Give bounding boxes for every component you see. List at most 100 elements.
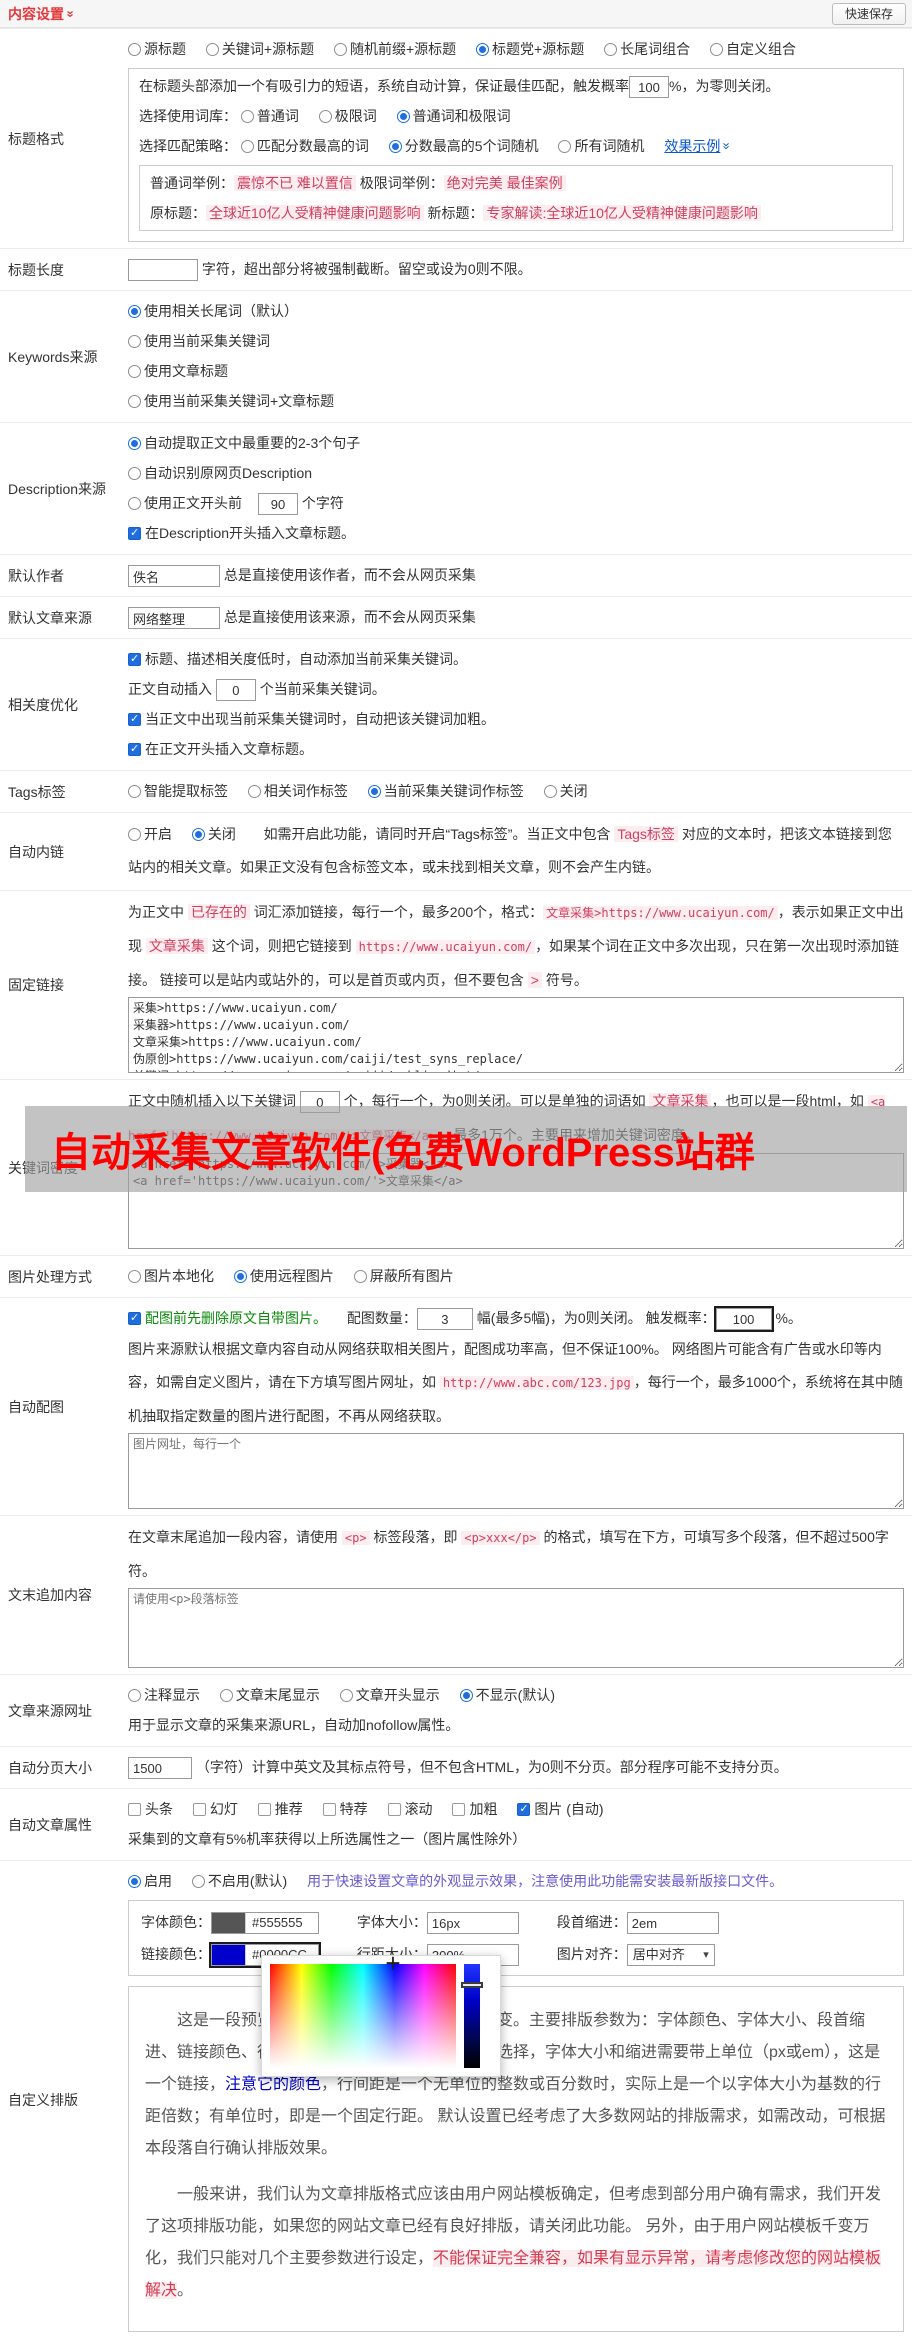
image-align-label: 图片对齐： bbox=[556, 1946, 627, 1962]
append-content-textarea[interactable] bbox=[128, 1588, 904, 1668]
row-label: 固定链接 bbox=[8, 977, 64, 993]
radio-block-images[interactable]: 屏蔽所有图片 bbox=[353, 1268, 454, 1284]
hue-slider-handle[interactable] bbox=[461, 1982, 483, 1988]
checkbox-bold-keywords[interactable]: ✓ 当正文中出现当前采集关键词时，自动把该关键词加粗。 bbox=[128, 711, 495, 727]
check-icon: ✓ bbox=[130, 1312, 140, 1324]
radio-show-end[interactable]: 文章末尾显示 bbox=[219, 1687, 320, 1703]
checkbox-add-keywords-low-relevance[interactable]: ✓ 标题、描述相关度低时，自动添加当前采集关键词。 bbox=[128, 651, 467, 667]
insert-keywords-count-input[interactable] bbox=[215, 679, 256, 702]
title-length-input[interactable] bbox=[128, 259, 198, 282]
radio-hide-default[interactable]: 不显示(默认) bbox=[459, 1687, 555, 1703]
radio-all-random[interactable]: 所有词随机 bbox=[558, 138, 644, 154]
radio-keywords-plus-title[interactable]: 使用当前采集关键词+文章标题 bbox=[128, 393, 334, 409]
radio-clickbait-title[interactable]: 标题党+源标题 bbox=[476, 41, 584, 57]
preview-link[interactable]: 注意它的颜色 bbox=[225, 2076, 321, 2093]
checkbox-icon bbox=[257, 1803, 271, 1816]
effect-example-link[interactable]: 效果示例» bbox=[664, 138, 735, 154]
clickbait-settings-box: 在标题头部添加一个有吸引力的短语，系统自动计算，保证最佳匹配，触发概率 %，为零则… bbox=[128, 68, 904, 242]
quick-save-button[interactable]: 快速保存 bbox=[831, 3, 906, 25]
checkbox-attr-image-auto[interactable]: ✓ 图片 (自动) bbox=[517, 1801, 604, 1817]
row-label: 标题格式 bbox=[8, 130, 64, 147]
radio-icon bbox=[459, 1689, 473, 1702]
radio-icon bbox=[353, 1270, 367, 1283]
radio-icon bbox=[191, 828, 205, 841]
color-picker-hue-slider[interactable] bbox=[461, 1964, 483, 2068]
radio-show-start[interactable]: 文章开头显示 bbox=[339, 1687, 440, 1703]
radio-longtail-combo[interactable]: 长尾词组合 bbox=[604, 41, 690, 57]
radio-icon bbox=[205, 43, 219, 56]
row-image-handling: 图片处理方式 图片本地化 使用远程图片 屏蔽所有图片 bbox=[0, 1255, 912, 1297]
checkbox-attr-bold[interactable]: 加粗 bbox=[452, 1801, 497, 1817]
checkbox-attr-slideshow[interactable]: 幻灯 bbox=[192, 1801, 238, 1817]
radio-article-title[interactable]: 使用文章标题 bbox=[128, 363, 228, 379]
radio-autolink-off[interactable]: 关闭 bbox=[191, 826, 236, 842]
row-source-url: 文章来源网址 注释显示 文章末尾显示 文章开头显示 不显示(默认) 用于显示文章… bbox=[0, 1674, 912, 1746]
title-length-desc: 字符，超出部分将被强制截断。留空或设为0则不限。 bbox=[201, 261, 532, 277]
radio-tags-off[interactable]: 关闭 bbox=[543, 783, 588, 799]
radio-icon bbox=[240, 140, 254, 153]
indent-input[interactable] bbox=[626, 1912, 719, 1935]
title-format-options: 源标题 关键词+源标题 随机前缀+源标题 标题党+源标题 长尾词组合 自定义组合 bbox=[128, 34, 904, 64]
radio-extreme-words[interactable]: 极限词 bbox=[318, 108, 377, 124]
radio-smart-tags[interactable]: 智能提取标签 bbox=[128, 783, 228, 799]
radio-top5-random[interactable]: 分数最高的5个词随机 bbox=[388, 138, 539, 154]
radio-icon bbox=[367, 785, 381, 798]
picker-crosshair-icon: + bbox=[385, 1948, 401, 1978]
radio-related-word-tags[interactable]: 相关词作标签 bbox=[247, 783, 348, 799]
radio-localize-images[interactable]: 图片本地化 bbox=[128, 1268, 214, 1284]
default-source-input[interactable] bbox=[128, 607, 220, 630]
radio-related-longtail[interactable]: 使用相关长尾词（默认） bbox=[128, 303, 298, 319]
radio-keyword-source-title[interactable]: 关键词+源标题 bbox=[205, 41, 314, 57]
row-title-length: 标题长度 字符，超出部分将被强制截断。留空或设为0则不限。 bbox=[0, 248, 912, 290]
radio-current-keywords[interactable]: 使用当前采集关键词 bbox=[128, 333, 270, 349]
pagination-size-input[interactable] bbox=[128, 1757, 192, 1780]
radio-both-words[interactable]: 普通词和极限词 bbox=[396, 108, 511, 124]
keyword-density-count-input[interactable] bbox=[299, 1091, 340, 1114]
radio-icon bbox=[128, 437, 141, 450]
radio-highest-score[interactable]: 匹配分数最高的词 bbox=[240, 138, 369, 154]
radio-current-keyword-tags[interactable]: 当前采集关键词作标签 bbox=[367, 783, 524, 799]
fixed-links-textarea[interactable]: 采集>https://www.ucaiyun.com/ 采集器>https://… bbox=[128, 997, 904, 1073]
radio-typography-enable[interactable]: 启用 bbox=[128, 1873, 172, 1889]
radio-icon bbox=[396, 110, 410, 123]
checkbox-attr-scroll[interactable]: 滚动 bbox=[387, 1801, 433, 1817]
radio-autolink-on[interactable]: 开启 bbox=[128, 826, 172, 842]
checkbox-insert-title-body[interactable]: ✓ 在正文开头插入文章标题。 bbox=[128, 741, 313, 757]
radio-icon bbox=[191, 1875, 205, 1888]
image-count-input[interactable] bbox=[416, 1308, 473, 1331]
radio-extract-sentences[interactable]: 自动提取正文中最重要的2-3个句子 bbox=[128, 435, 360, 451]
radio-random-prefix-title[interactable]: 随机前缀+源标题 bbox=[333, 41, 456, 57]
image-probability-input[interactable] bbox=[713, 1306, 774, 1333]
radio-remote-images[interactable]: 使用远程图片 bbox=[233, 1268, 334, 1284]
checkbox-attr-special[interactable]: 特荐 bbox=[322, 1801, 368, 1817]
keyword-density-textarea[interactable]: <a href='https://www.ucaiyun.com/'>采集器</… bbox=[128, 1153, 904, 1249]
radio-body-prefix[interactable]: 使用正文开头前 bbox=[128, 495, 242, 511]
typography-preview-box: 这是一段预览文字，它会根据您的设置动态改变。主要排版参数为：字体颜色、字体大小、… bbox=[128, 1986, 904, 2332]
trigger-probability-input[interactable] bbox=[629, 76, 669, 99]
checkbox-attr-recommend[interactable]: 推荐 bbox=[257, 1801, 303, 1817]
checkbox-delete-original-images[interactable]: ✓ 配图前先删除原文自带图片。 bbox=[128, 1310, 327, 1326]
radio-typography-disable[interactable]: 不启用(默认) bbox=[191, 1873, 287, 1889]
page-title[interactable]: 内容设置» bbox=[0, 6, 79, 22]
example-new-title: 专家解读:全球近10亿人受精神健康问题影响 bbox=[483, 205, 761, 221]
radio-original-description[interactable]: 自动识别原网页Description bbox=[128, 465, 312, 481]
image-urls-textarea[interactable] bbox=[128, 1433, 904, 1509]
font-size-input[interactable] bbox=[426, 1912, 519, 1935]
row-label: 关键词密度 bbox=[8, 1159, 78, 1176]
radio-source-title[interactable]: 源标题 bbox=[128, 41, 186, 57]
font-color-field[interactable]: #555555 bbox=[211, 1912, 319, 1935]
prefix-chars-input[interactable] bbox=[258, 493, 298, 516]
checkbox-attr-headline[interactable]: 头条 bbox=[128, 1801, 173, 1817]
checkbox-insert-title-description[interactable]: ✓ 在Description开头插入文章标题。 bbox=[128, 525, 355, 541]
preview-paragraph-1: 这是一段预览文字，它会根据您的设置动态改变。主要排版参数为：字体颜色、字体大小、… bbox=[145, 2012, 886, 2157]
dropdown-arrow-icon: ▾ bbox=[703, 1949, 709, 1962]
radio-normal-words[interactable]: 普通词 bbox=[240, 108, 299, 124]
color-picker-gradient[interactable]: + bbox=[270, 1950, 456, 2068]
radio-show-comment[interactable]: 注释显示 bbox=[128, 1687, 200, 1703]
default-author-input[interactable] bbox=[128, 565, 220, 588]
image-align-select[interactable]: 居中对齐 ▾ bbox=[626, 1944, 715, 1967]
radio-icon bbox=[476, 43, 490, 56]
radio-custom-combo[interactable]: 自定义组合 bbox=[710, 41, 796, 57]
radio-icon bbox=[233, 1270, 247, 1283]
row-article-attributes: 自动文章属性 头条 幻灯 推荐 特荐 滚动 加粗 ✓ 图片 (自动) 采集到的文章… bbox=[0, 1788, 912, 1860]
